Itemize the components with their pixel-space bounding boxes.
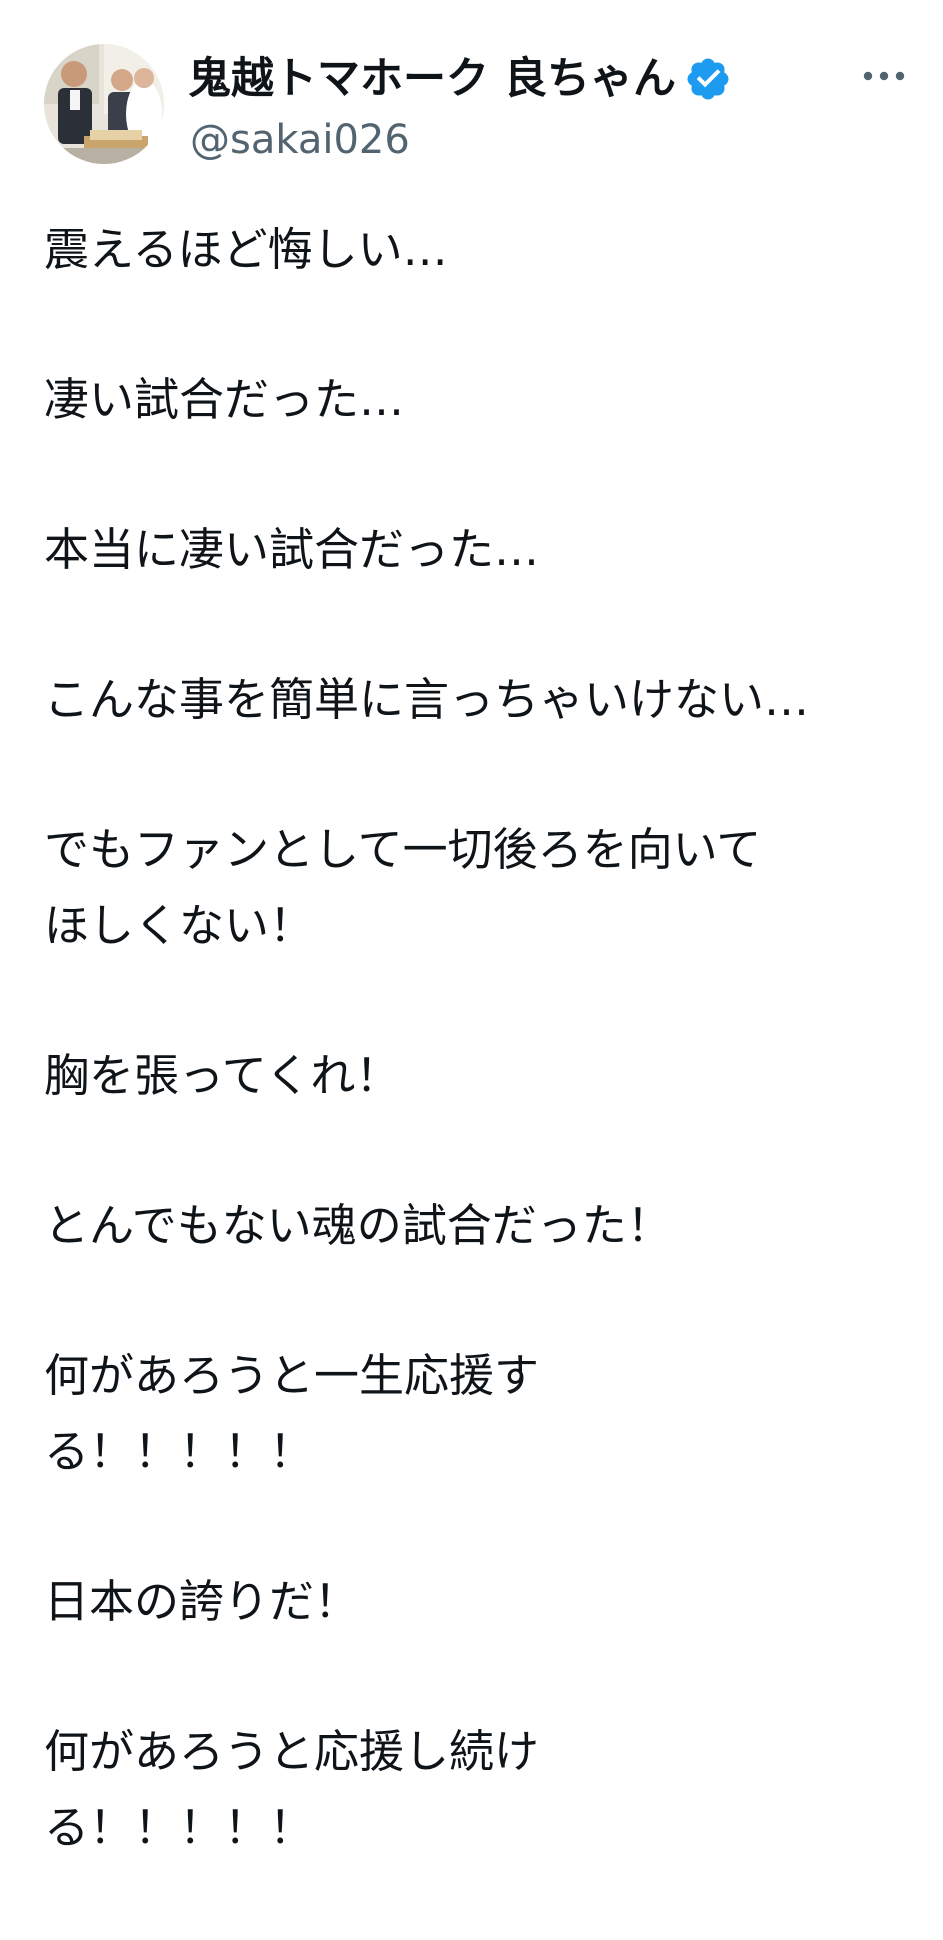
tweet-line: 日本の誇りだ！ [44,1575,360,1628]
tweet-paragraph: 胸を張ってくれ！ [44,1038,914,1114]
tweet-line: 胸を張ってくれ！ [44,1049,401,1102]
tweet-paragraph: 震えるほど悔しい… [44,212,914,288]
tweet-paragraph: 凄い試合だった… [44,362,914,438]
verified-badge-icon[interactable] [684,55,732,103]
tweet-line: 震えるほど悔しい… [44,223,448,276]
tweet-line: でもファンとして一切後ろを向いて [44,823,762,876]
tweet-paragraph: こんな事を簡単に言っちゃいけない… [44,662,914,738]
author-name-row: 鬼越トマホーク 良ちゃん [188,50,732,108]
tweet-line: 何があろうと一生応援す [44,1349,540,1402]
avatar[interactable] [44,44,164,164]
tweet-line: る！！！！！ [44,1801,315,1854]
tweet-line: こんな事を簡単に言っちゃいけない… [44,673,810,726]
tweet-paragraph: 何があろうと応援し続け る！！！！！ [44,1714,914,1866]
tweet-paragraph: 本当に凄い試合だった… [44,512,914,588]
tweet-line: 凄い試合だった… [44,373,405,426]
tweet-paragraph: でもファンとして一切後ろを向いて ほしくない！ [44,812,914,964]
tweet-paragraph: とんでもない魂の試合だった！ [44,1188,914,1264]
tweet-line: 本当に凄い試合だった… [44,523,540,576]
tweet-text: 震えるほど悔しい… 凄い試合だった… 本当に凄い試合だった… こんな事を簡単に言… [44,212,914,1940]
tweet-line: ほしくない！ [44,899,315,952]
author-display-name[interactable]: 鬼越トマホーク 良ちゃん [188,50,676,108]
more-options-button[interactable] [854,56,914,96]
more-horizontal-icon [863,71,905,81]
tweet-header: 鬼越トマホーク 良ちゃん @sakai026 [44,44,914,168]
tweet-paragraph: 日本の誇りだ！ [44,1564,914,1640]
tweet-paragraph: 何があろうと一生応援す る！！！！！ [44,1338,914,1490]
tweet-line: る！！！！！ [44,1425,315,1478]
tweet-line: とんでもない魂の試合だった！ [44,1199,672,1252]
tweet-line: 何があろうと応援し続け [44,1725,540,1778]
author-handle[interactable]: @sakai026 [190,114,410,166]
